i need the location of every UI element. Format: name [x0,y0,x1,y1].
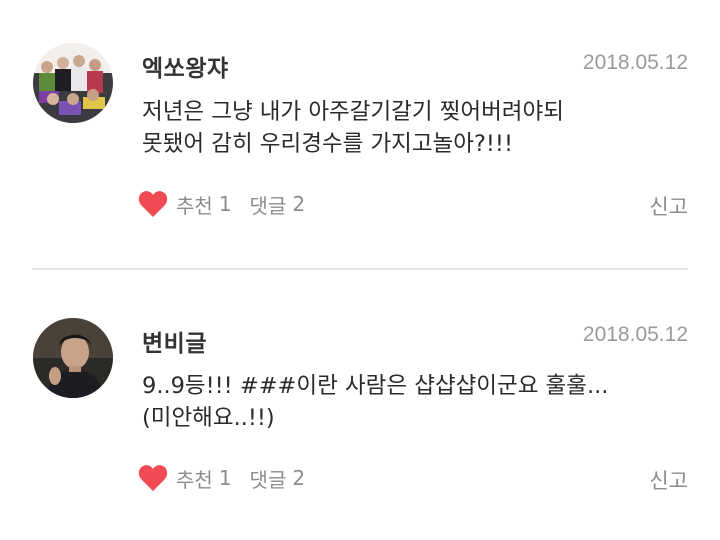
reply-label: 댓글 [249,467,287,492]
comment-username[interactable]: 변비글 [142,324,207,358]
reply-label: 댓글 [249,193,287,218]
avatar[interactable] [33,43,113,123]
like-label: 추천 [176,467,213,492]
comment-actions: 추천 1 댓글 2 [138,189,305,219]
group-photo-avatar-icon [33,43,113,123]
heart-icon [138,464,168,492]
comment-date: 2018.05.12 [582,323,688,346]
reply-button[interactable]: 댓글 2 [250,464,306,493]
report-button[interactable]: 신고 [649,465,688,495]
like-count: 1 [218,466,232,490]
portrait-photo-avatar-icon [33,318,113,398]
report-button[interactable]: 신고 [649,191,688,221]
comment-text-line: (미안해요..!!) [142,405,275,431]
comment-text: 9..9등!!! ###이란 사람은 샵샵샵이군요 훌훌... (미안해요..!… [142,370,682,434]
like-count: 1 [218,192,232,216]
like-button[interactable]: 추천 1 [138,464,232,493]
reply-count: 2 [292,192,306,216]
comment-text-line: 9..9등!!! ###이란 사람은 샵샵샵이군요 훌훌... [142,373,609,399]
comment-text: 저년은 그냥 내가 아주갈기갈기 찢어버려야되 못됐어 감히 우리경수를 가지고… [142,96,682,160]
like-label: 추천 [176,193,213,218]
heart-icon [138,190,168,218]
avatar[interactable] [33,318,113,398]
comment-actions: 추천 1 댓글 2 [138,463,305,493]
reply-count: 2 [292,466,306,490]
comment-item: 엑쏘왕쟈 2018.05.12 저년은 그냥 내가 아주갈기갈기 찢어버려야되 … [0,0,720,268]
comment-text-line: 저년은 그냥 내가 아주갈기갈기 찢어버려야되 [142,99,564,125]
comment-username[interactable]: 엑쏘왕쟈 [142,49,229,83]
comment-item: 변비글 2018.05.12 9..9등!!! ###이란 사람은 샵샵샵이군요… [0,270,720,540]
comment-text-line: 못됐어 감히 우리경수를 가지고놀아?!!! [142,131,513,157]
reply-button[interactable]: 댓글 2 [250,190,306,219]
comment-date: 2018.05.12 [582,51,688,74]
like-button[interactable]: 추천 1 [138,190,232,219]
